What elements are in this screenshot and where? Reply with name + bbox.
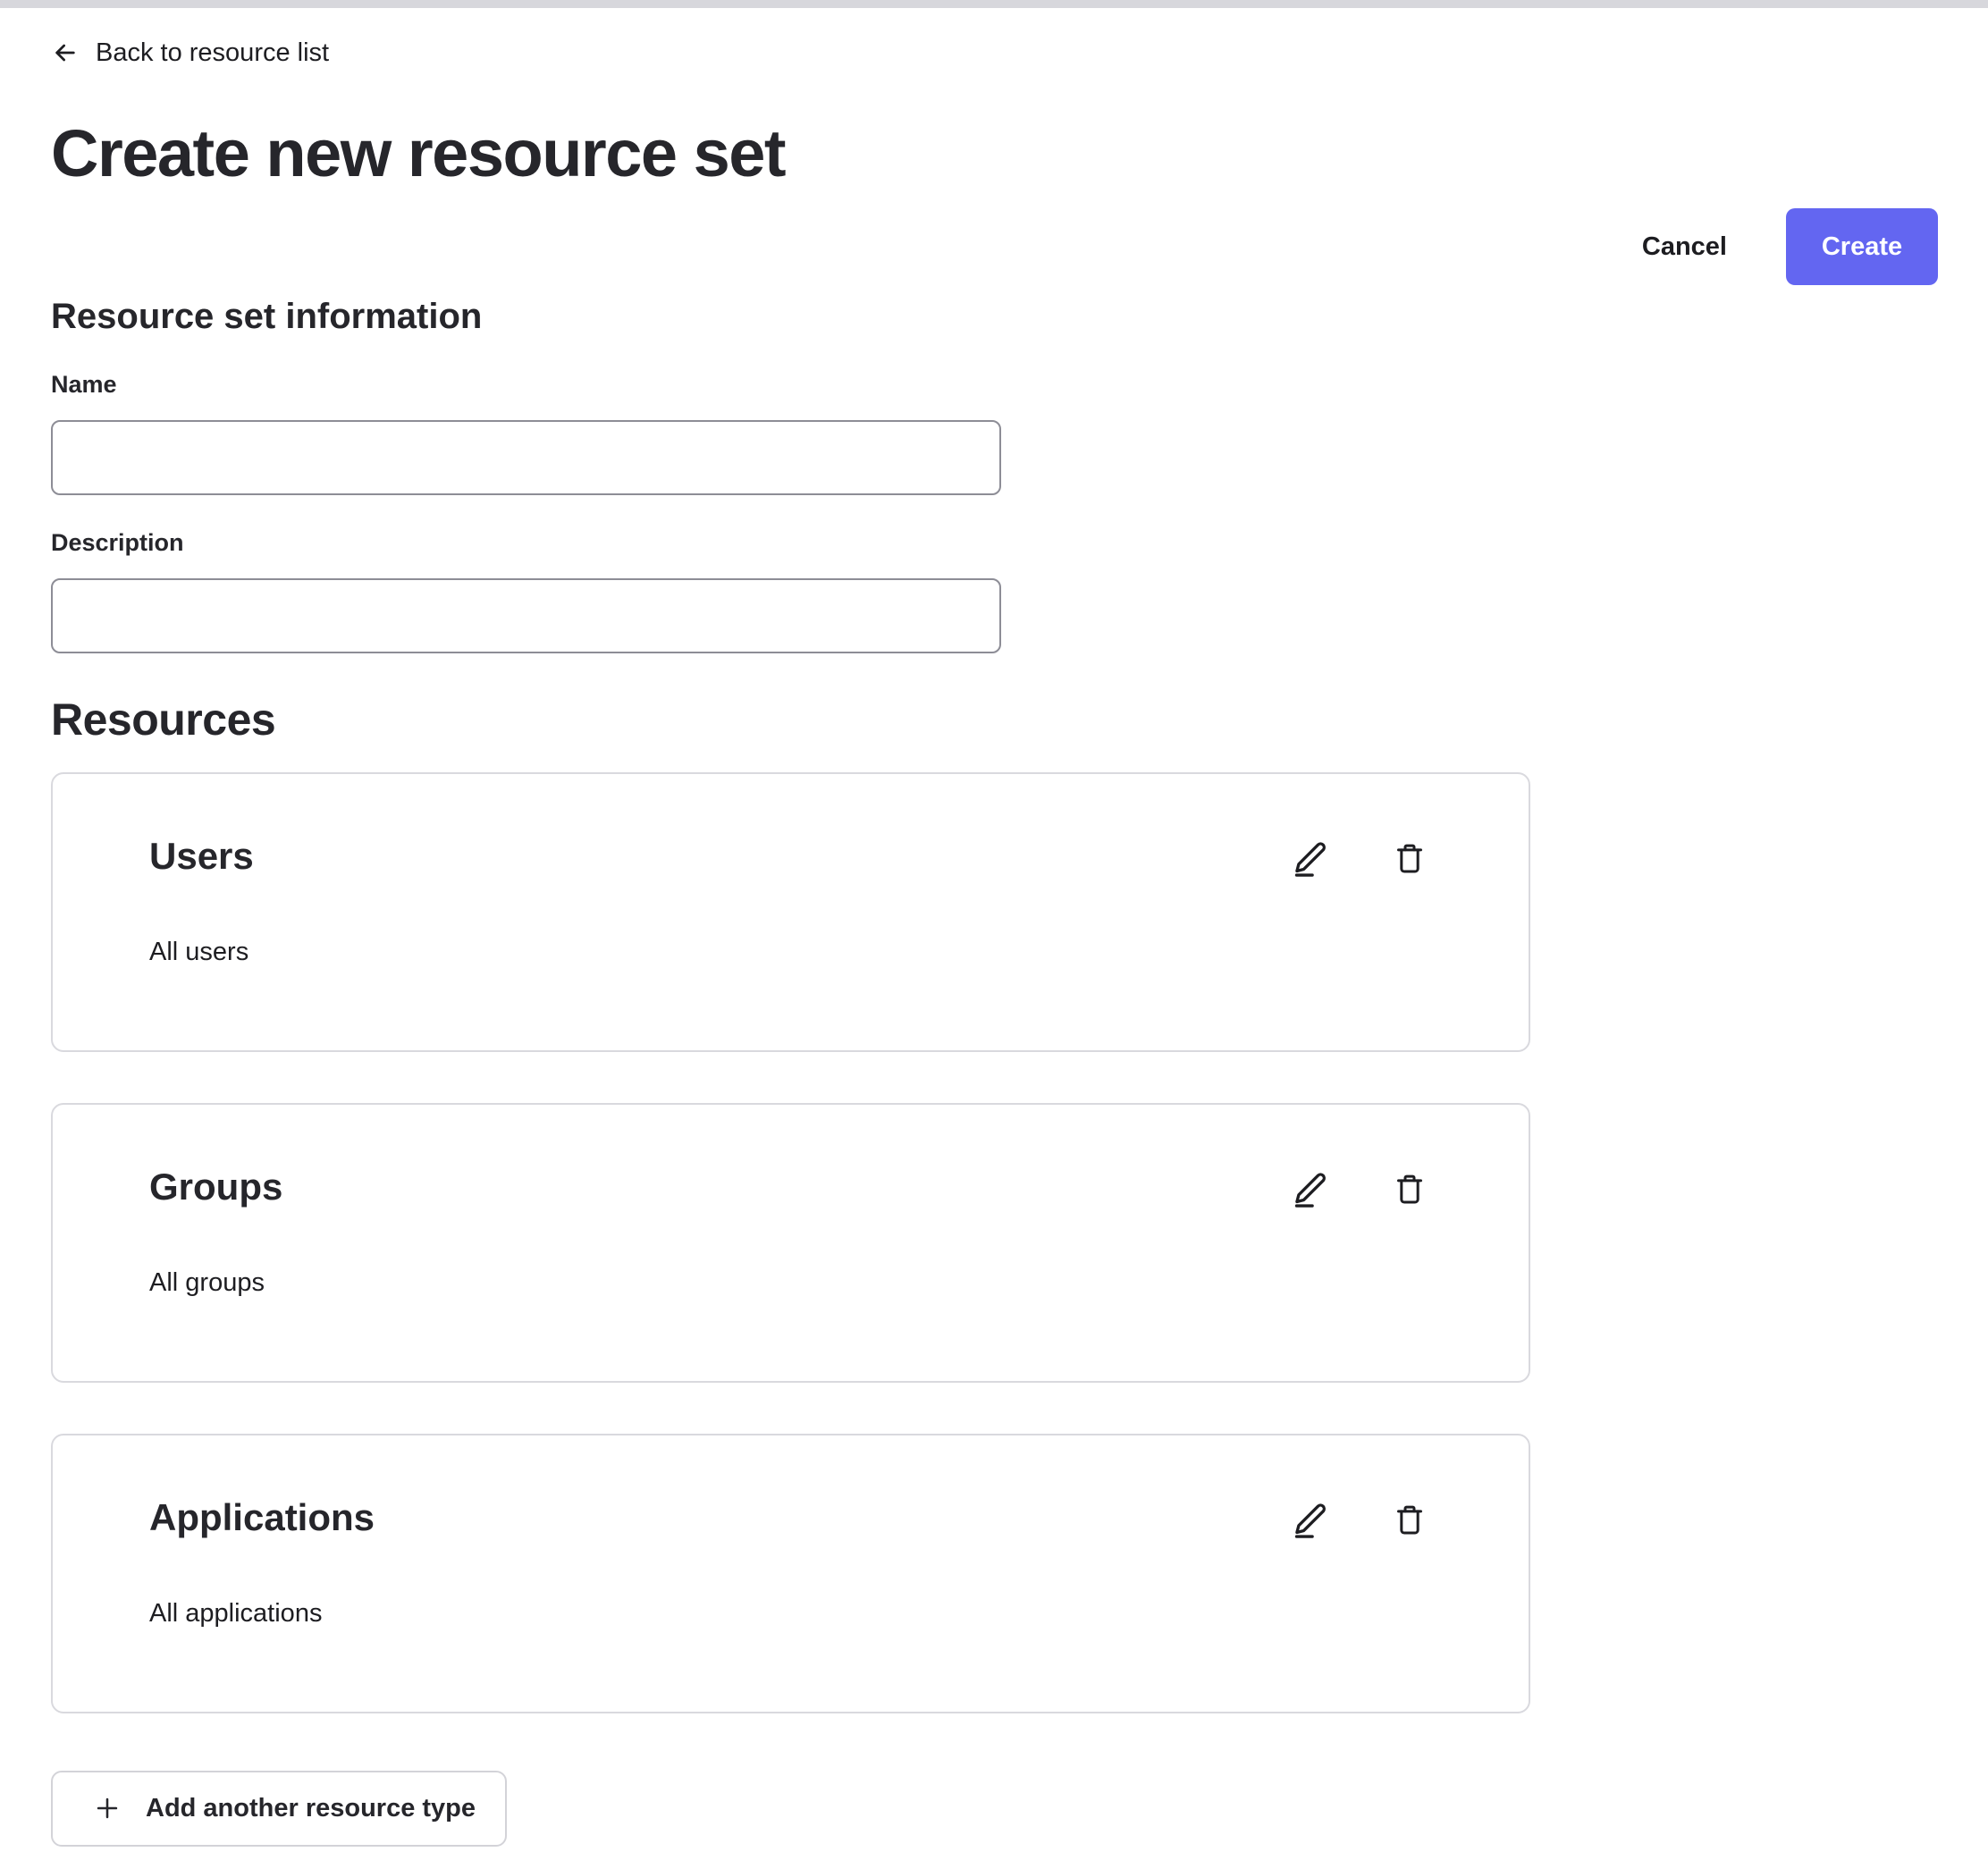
create-button[interactable]: Create	[1786, 208, 1938, 285]
edit-button[interactable]	[1291, 1167, 1332, 1210]
add-resource-type-label: Add another resource type	[146, 1794, 476, 1823]
card-header: Groups	[149, 1166, 1430, 1210]
resource-card-groups: Groups	[51, 1103, 1530, 1383]
delete-button[interactable]	[1389, 1498, 1430, 1541]
trash-icon	[1392, 1168, 1428, 1209]
plus-icon	[92, 1793, 122, 1823]
trash-icon	[1392, 1499, 1428, 1540]
form-actions: Cancel Create	[51, 208, 1938, 285]
edit-button[interactable]	[1291, 837, 1332, 880]
resource-card-subtitle: All users	[149, 937, 1430, 967]
card-header: Users	[149, 835, 1430, 880]
back-link-label: Back to resource list	[96, 38, 329, 69]
pencil-icon	[1292, 838, 1331, 879]
resource-card-subtitle: All applications	[149, 1598, 1430, 1629]
top-border-bar	[0, 0, 1988, 8]
page-content: Back to resource list Create new resourc…	[0, 8, 1988, 1847]
cancel-button[interactable]: Cancel	[1633, 208, 1736, 285]
name-label: Name	[51, 371, 1938, 399]
description-input[interactable]	[51, 578, 1001, 653]
description-label: Description	[51, 529, 1938, 557]
card-actions	[1291, 1496, 1430, 1541]
pencil-icon	[1292, 1168, 1331, 1209]
resource-card-title: Groups	[149, 1166, 282, 1208]
name-input[interactable]	[51, 420, 1001, 495]
page-title: Create new resource set	[51, 114, 1938, 194]
section-heading-resource-set-information: Resource set information	[51, 296, 1938, 337]
back-link[interactable]: Back to resource list	[51, 38, 329, 69]
resource-card-applications: Applications	[51, 1434, 1530, 1713]
section-heading-resources: Resources	[51, 694, 1938, 746]
delete-button[interactable]	[1389, 837, 1430, 880]
card-actions	[1291, 1166, 1430, 1210]
card-header: Applications	[149, 1496, 1430, 1541]
left-arrow-icon	[51, 38, 80, 67]
card-actions	[1291, 835, 1430, 880]
trash-icon	[1392, 838, 1428, 879]
resource-card-title: Applications	[149, 1496, 375, 1539]
resource-card-users: Users	[51, 772, 1530, 1052]
pencil-icon	[1292, 1499, 1331, 1540]
resource-card-subtitle: All groups	[149, 1267, 1430, 1298]
edit-button[interactable]	[1291, 1498, 1332, 1541]
delete-button[interactable]	[1389, 1167, 1430, 1210]
add-resource-type-button[interactable]: Add another resource type	[51, 1771, 507, 1847]
resource-card-title: Users	[149, 835, 254, 878]
